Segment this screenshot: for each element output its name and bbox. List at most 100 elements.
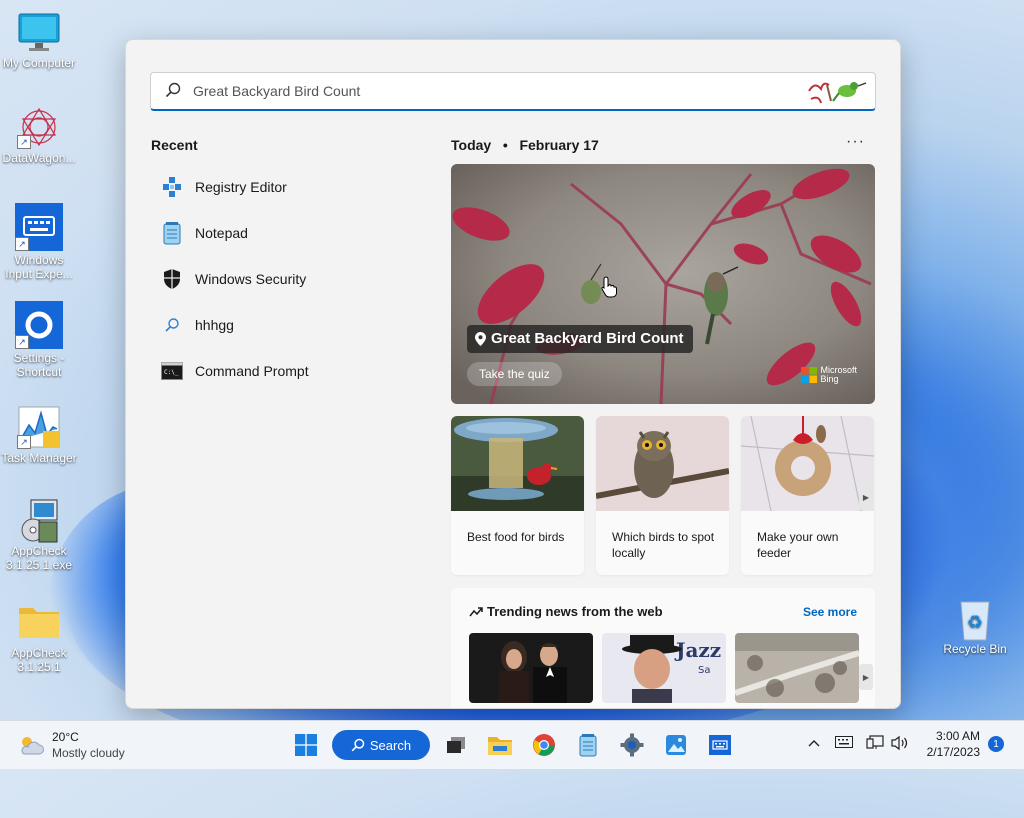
recent-item-registry-editor[interactable]: Registry Editor — [160, 171, 400, 203]
recent-item-notepad[interactable]: Notepad — [160, 217, 400, 249]
card-image-bird-feeder — [451, 416, 584, 511]
desktop-icon-label: Settings - Shortcut — [13, 351, 65, 379]
recent-item-label: hhhgg — [195, 317, 234, 333]
bird-illustration-icon — [805, 73, 869, 114]
search-icon — [160, 313, 184, 337]
notification-badge[interactable]: 1 — [988, 736, 1004, 752]
taskbar: 20°C Mostly cloudy Search 3:00 AM 2/17/2… — [0, 720, 1024, 769]
card-image-wreath-feeder — [741, 416, 874, 512]
cloudy-weather-icon — [18, 734, 44, 756]
desktop-icon-recycle-bin[interactable]: ♻ Recycle Bin — [936, 596, 1014, 656]
highlight-hero-card[interactable]: Great Backyard Bird Count Take the quiz … — [451, 164, 875, 404]
desktop-icon-settings-shortcut[interactable]: ↗ Settings - Shortcut — [0, 301, 78, 379]
weather-description: Mostly cloudy — [52, 746, 125, 760]
file-explorer-icon — [487, 734, 513, 756]
taskbar-search-button[interactable]: Search — [332, 730, 430, 760]
show-hidden-icons-button[interactable] — [807, 735, 821, 751]
gear-icon — [620, 733, 644, 757]
card-image-owl — [596, 416, 729, 511]
datawagon-icon: ↗ — [17, 105, 61, 149]
notepad-button[interactable] — [570, 727, 606, 763]
card-best-food-for-birds[interactable]: Best food for birds — [451, 416, 584, 575]
desktop-icon-appcheck-folder[interactable]: AppCheck 3.1.25.1 — [0, 600, 78, 674]
photos-icon — [665, 734, 687, 756]
clock-button[interactable]: 3:00 AM 2/17/2023 — [918, 728, 980, 760]
recent-item-hhhgg[interactable]: hhhgg — [160, 309, 400, 341]
trending-title: Trending news from the web — [487, 604, 663, 619]
cards-scroll-right-button[interactable]: ▶ — [859, 484, 873, 510]
svg-text:♻: ♻ — [967, 612, 983, 633]
shortcut-arrow-icon: ↗ — [17, 435, 31, 449]
speaker-icon — [891, 735, 909, 751]
svg-text:C:\_: C:\_ — [164, 369, 179, 376]
settings-button[interactable] — [614, 727, 650, 763]
command-prompt-icon: C:\_ — [160, 359, 184, 383]
more-options-button[interactable]: ··· — [846, 133, 865, 151]
weather-temperature: 20°C — [52, 730, 79, 744]
desktop-icon-label: Task Manager — [1, 451, 77, 465]
network-button[interactable] — [866, 735, 884, 754]
notepad-icon — [160, 221, 184, 245]
search-icon — [165, 82, 181, 103]
news-item[interactable] — [469, 633, 593, 703]
hero-title-badge[interactable]: Great Backyard Bird Count — [467, 325, 693, 353]
weather-widget[interactable]: 20°C Mostly cloudy — [18, 729, 125, 761]
chrome-icon — [532, 733, 556, 757]
trending-news-section: Trending news from the web See more Jazz… — [451, 588, 875, 708]
recent-item-command-prompt[interactable]: C:\_ Command Prompt — [160, 355, 400, 387]
search-input[interactable] — [191, 79, 795, 103]
taskbar-search-label: Search — [369, 737, 412, 753]
search-flyout: Recent Registry Editor Notepad Windows S… — [125, 39, 901, 709]
desktop-icon-label: AppCheck 3.1.25.1 — [11, 646, 67, 674]
desktop-icon-datawagon[interactable]: ↗ DataWagon... — [0, 105, 78, 165]
desktop-icon-windows-input[interactable]: ↗ Windows Input Expe... — [0, 203, 78, 281]
news-image-jazz: Jazz Sa — [602, 633, 726, 703]
recent-item-label: Command Prompt — [195, 363, 309, 379]
windows-logo-icon — [295, 734, 317, 756]
news-item[interactable]: Jazz Sa — [602, 633, 726, 703]
volume-button[interactable] — [891, 735, 909, 754]
hand-cursor-icon — [601, 276, 617, 303]
bing-brand-line2: Bing — [820, 374, 839, 384]
chrome-button[interactable] — [526, 727, 562, 763]
task-view-button[interactable] — [438, 727, 474, 763]
recent-item-label: Registry Editor — [195, 179, 287, 195]
keyboard-tray-icon — [835, 736, 853, 748]
today-label: Today — [451, 137, 492, 153]
shield-icon — [160, 267, 184, 291]
recent-heading: Recent — [151, 137, 198, 153]
recent-item-label: Notepad — [195, 225, 248, 241]
card-which-birds-to-spot[interactable]: Which birds to spot locally — [596, 416, 729, 575]
desktop-icon-label: Recycle Bin — [943, 642, 1007, 656]
shortcut-arrow-icon: ↗ — [15, 237, 29, 251]
chevron-up-icon — [807, 738, 821, 748]
card-make-your-own-feeder[interactable]: Make your own feeder — [741, 416, 874, 575]
card-caption: Best food for birds — [467, 530, 565, 544]
today-date: February 17 — [519, 137, 599, 153]
news-item[interactable] — [735, 633, 859, 703]
recent-item-label: Windows Security — [195, 271, 307, 287]
take-quiz-button[interactable]: Take the quiz — [467, 362, 562, 386]
file-explorer-button[interactable] — [482, 727, 518, 763]
desktop-icon-appcheck-exe[interactable]: AppCheck 3.1.25.1.exe — [0, 498, 78, 572]
task-view-icon — [445, 735, 467, 755]
card-caption: Make your own feeder — [757, 530, 839, 560]
photos-button[interactable] — [658, 727, 694, 763]
desktop-icon-my-computer[interactable]: My Computer — [0, 10, 78, 70]
desktop-icon-task-manager[interactable]: ↗ Task Manager — [0, 405, 78, 465]
windows-input-button[interactable] — [702, 727, 738, 763]
search-box[interactable] — [150, 72, 876, 111]
gear-icon: ↗ — [15, 301, 63, 349]
recent-item-windows-security[interactable]: Windows Security — [160, 263, 400, 295]
search-icon — [351, 738, 365, 752]
input-indicator-button[interactable] — [835, 735, 853, 751]
registry-editor-icon — [160, 175, 184, 199]
news-scroll-right-button[interactable]: ▶ — [859, 664, 873, 690]
network-icon — [866, 735, 884, 751]
start-button[interactable] — [288, 727, 324, 763]
shortcut-arrow-icon: ↗ — [17, 135, 31, 149]
svg-text:Sa: Sa — [698, 665, 710, 676]
see-more-link[interactable]: See more — [803, 605, 857, 619]
hero-title: Great Backyard Bird Count — [491, 330, 684, 347]
desktop-icon-label: My Computer — [2, 56, 76, 70]
